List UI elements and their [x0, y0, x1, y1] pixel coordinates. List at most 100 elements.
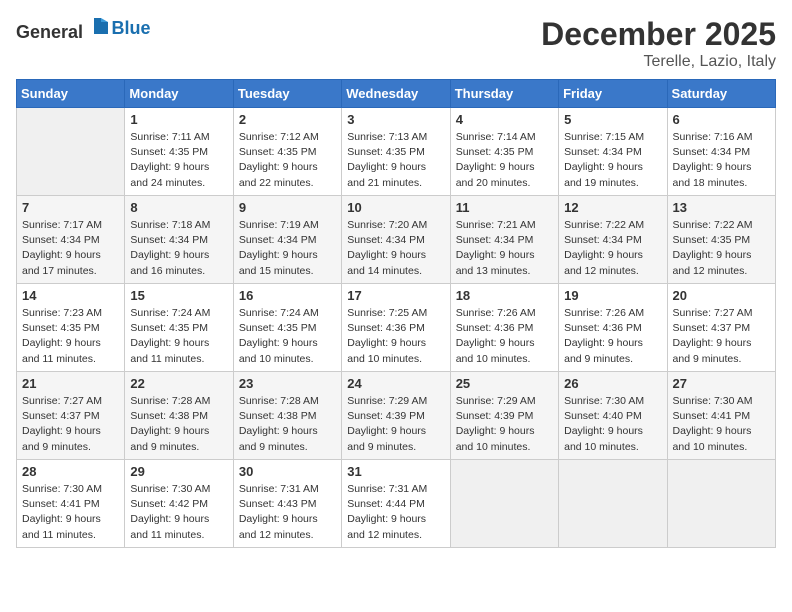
day-number: 12 — [564, 200, 661, 215]
day-info: Sunrise: 7:26 AMSunset: 4:36 PMDaylight:… — [564, 306, 661, 367]
weekday-header-monday: Monday — [125, 80, 233, 108]
calendar-week-row: 14 Sunrise: 7:23 AMSunset: 4:35 PMDayligh… — [17, 284, 776, 372]
weekday-header-tuesday: Tuesday — [233, 80, 341, 108]
calendar-cell: 7 Sunrise: 7:17 AMSunset: 4:34 PMDaylight… — [17, 196, 125, 284]
day-number: 17 — [347, 288, 444, 303]
day-number: 19 — [564, 288, 661, 303]
calendar-cell: 4 Sunrise: 7:14 AMSunset: 4:35 PMDaylight… — [450, 108, 558, 196]
calendar-cell: 14 Sunrise: 7:23 AMSunset: 4:35 PMDayligh… — [17, 284, 125, 372]
logo-text: General — [16, 16, 112, 43]
calendar-cell: 31Sunrise: 7:31 AMSunset: 4:44 PMDayligh… — [342, 460, 450, 548]
calendar-cell: 22Sunrise: 7:28 AMSunset: 4:38 PMDayligh… — [125, 372, 233, 460]
day-info: Sunrise: 7:30 AMSunset: 4:42 PMDaylight:… — [130, 482, 227, 543]
day-info: Sunrise: 7:12 AMSunset: 4:35 PMDaylight:… — [239, 130, 336, 191]
day-info: Sunrise: 7:13 AMSunset: 4:35 PMDaylight:… — [347, 130, 444, 191]
calendar-cell: 24 Sunrise: 7:29 AMSunset: 4:39 PMDayligh… — [342, 372, 450, 460]
calendar-cell: 27 Sunrise: 7:30 AMSunset: 4:41 PMDayligh… — [667, 372, 775, 460]
weekday-header-thursday: Thursday — [450, 80, 558, 108]
location-title: Terelle, Lazio, Italy — [541, 53, 776, 71]
calendar-cell — [667, 460, 775, 548]
calendar-cell — [17, 108, 125, 196]
day-number: 31 — [347, 464, 444, 479]
calendar-cell — [450, 460, 558, 548]
day-info: Sunrise: 7:30 AMSunset: 4:41 PMDaylight:… — [22, 482, 119, 543]
weekday-header-row: SundayMondayTuesdayWednesdayThursdayFrid… — [17, 80, 776, 108]
calendar-cell: 25 Sunrise: 7:29 AMSunset: 4:39 PMDayligh… — [450, 372, 558, 460]
calendar-cell: 28 Sunrise: 7:30 AMSunset: 4:41 PMDayligh… — [17, 460, 125, 548]
day-number: 22 — [130, 376, 227, 391]
day-info: Sunrise: 7:27 AMSunset: 4:37 PMDaylight:… — [673, 306, 770, 367]
day-info: Sunrise: 7:29 AMSunset: 4:39 PMDaylight:… — [347, 394, 444, 455]
calendar-cell: 20Sunrise: 7:27 AMSunset: 4:37 PMDayligh… — [667, 284, 775, 372]
calendar-cell: 6Sunrise: 7:16 AMSunset: 4:34 PMDaylight… — [667, 108, 775, 196]
day-info: Sunrise: 7:27 AMSunset: 4:37 PMDaylight:… — [22, 394, 119, 455]
day-info: Sunrise: 7:24 AMSunset: 4:35 PMDaylight:… — [239, 306, 336, 367]
day-info: Sunrise: 7:22 AMSunset: 4:35 PMDaylight:… — [673, 218, 770, 279]
calendar-cell: 10 Sunrise: 7:20 AMSunset: 4:34 PMDayligh… — [342, 196, 450, 284]
day-number: 23 — [239, 376, 336, 391]
day-info: Sunrise: 7:26 AMSunset: 4:36 PMDaylight:… — [456, 306, 553, 367]
day-number: 10 — [347, 200, 444, 215]
day-info: Sunrise: 7:30 AMSunset: 4:40 PMDaylight:… — [564, 394, 661, 455]
weekday-header-wednesday: Wednesday — [342, 80, 450, 108]
day-info: Sunrise: 7:21 AMSunset: 4:34 PMDaylight:… — [456, 218, 553, 279]
calendar-cell: 23 Sunrise: 7:28 AMSunset: 4:38 PMDayligh… — [233, 372, 341, 460]
day-info: Sunrise: 7:30 AMSunset: 4:41 PMDaylight:… — [673, 394, 770, 455]
calendar-week-row: 28 Sunrise: 7:30 AMSunset: 4:41 PMDayligh… — [17, 460, 776, 548]
title-block: December 2025 Terelle, Lazio, Italy — [541, 16, 776, 71]
day-number: 24 — [347, 376, 444, 391]
calendar-cell: 8 Sunrise: 7:18 AMSunset: 4:34 PMDaylight… — [125, 196, 233, 284]
day-number: 27 — [673, 376, 770, 391]
day-number: 1 — [130, 112, 227, 127]
calendar-week-row: 7 Sunrise: 7:17 AMSunset: 4:34 PMDaylight… — [17, 196, 776, 284]
calendar-cell: 11 Sunrise: 7:21 AMSunset: 4:34 PMDayligh… — [450, 196, 558, 284]
day-info: Sunrise: 7:31 AMSunset: 4:43 PMDaylight:… — [239, 482, 336, 543]
day-number: 7 — [22, 200, 119, 215]
day-number: 28 — [22, 464, 119, 479]
calendar-cell: 5 Sunrise: 7:15 AMSunset: 4:34 PMDaylight… — [559, 108, 667, 196]
day-info: Sunrise: 7:19 AMSunset: 4:34 PMDaylight:… — [239, 218, 336, 279]
day-info: Sunrise: 7:24 AMSunset: 4:35 PMDaylight:… — [130, 306, 227, 367]
day-info: Sunrise: 7:28 AMSunset: 4:38 PMDaylight:… — [239, 394, 336, 455]
day-info: Sunrise: 7:23 AMSunset: 4:35 PMDaylight:… — [22, 306, 119, 367]
calendar-week-row: 21 Sunrise: 7:27 AMSunset: 4:37 PMDayligh… — [17, 372, 776, 460]
weekday-header-friday: Friday — [559, 80, 667, 108]
calendar-cell: 17 Sunrise: 7:25 AMSunset: 4:36 PMDayligh… — [342, 284, 450, 372]
day-number: 6 — [673, 112, 770, 127]
calendar-cell: 15Sunrise: 7:24 AMSunset: 4:35 PMDayligh… — [125, 284, 233, 372]
calendar-week-row: 1 Sunrise: 7:11 AMSunset: 4:35 PMDaylight… — [17, 108, 776, 196]
day-info: Sunrise: 7:25 AMSunset: 4:36 PMDaylight:… — [347, 306, 444, 367]
calendar-cell: 21 Sunrise: 7:27 AMSunset: 4:37 PMDayligh… — [17, 372, 125, 460]
day-info: Sunrise: 7:17 AMSunset: 4:34 PMDaylight:… — [22, 218, 119, 279]
month-title: December 2025 — [541, 16, 776, 53]
day-number: 3 — [347, 112, 444, 127]
day-info: Sunrise: 7:15 AMSunset: 4:34 PMDaylight:… — [564, 130, 661, 191]
calendar-cell — [559, 460, 667, 548]
day-number: 18 — [456, 288, 553, 303]
day-info: Sunrise: 7:20 AMSunset: 4:34 PMDaylight:… — [347, 218, 444, 279]
day-number: 30 — [239, 464, 336, 479]
day-number: 5 — [564, 112, 661, 127]
day-number: 21 — [22, 376, 119, 391]
day-info: Sunrise: 7:14 AMSunset: 4:35 PMDaylight:… — [456, 130, 553, 191]
day-number: 29 — [130, 464, 227, 479]
day-number: 14 — [22, 288, 119, 303]
day-number: 4 — [456, 112, 553, 127]
day-info: Sunrise: 7:18 AMSunset: 4:34 PMDaylight:… — [130, 218, 227, 279]
day-number: 25 — [456, 376, 553, 391]
day-number: 9 — [239, 200, 336, 215]
day-number: 16 — [239, 288, 336, 303]
day-number: 8 — [130, 200, 227, 215]
calendar-cell: 18 Sunrise: 7:26 AMSunset: 4:36 PMDayligh… — [450, 284, 558, 372]
logo: General Blue — [16, 16, 151, 43]
page-header: General Blue December 2025 Terelle, Lazi… — [16, 16, 776, 71]
day-info: Sunrise: 7:11 AMSunset: 4:35 PMDaylight:… — [130, 130, 227, 191]
day-number: 11 — [456, 200, 553, 215]
calendar-cell: 13Sunrise: 7:22 AMSunset: 4:35 PMDayligh… — [667, 196, 775, 284]
calendar-cell: 2Sunrise: 7:12 AMSunset: 4:35 PMDaylight… — [233, 108, 341, 196]
calendar-cell: 30 Sunrise: 7:31 AMSunset: 4:43 PMDayligh… — [233, 460, 341, 548]
weekday-header-sunday: Sunday — [17, 80, 125, 108]
day-info: Sunrise: 7:29 AMSunset: 4:39 PMDaylight:… — [456, 394, 553, 455]
day-info: Sunrise: 7:22 AMSunset: 4:34 PMDaylight:… — [564, 218, 661, 279]
calendar-cell: 29 Sunrise: 7:30 AMSunset: 4:42 PMDayligh… — [125, 460, 233, 548]
